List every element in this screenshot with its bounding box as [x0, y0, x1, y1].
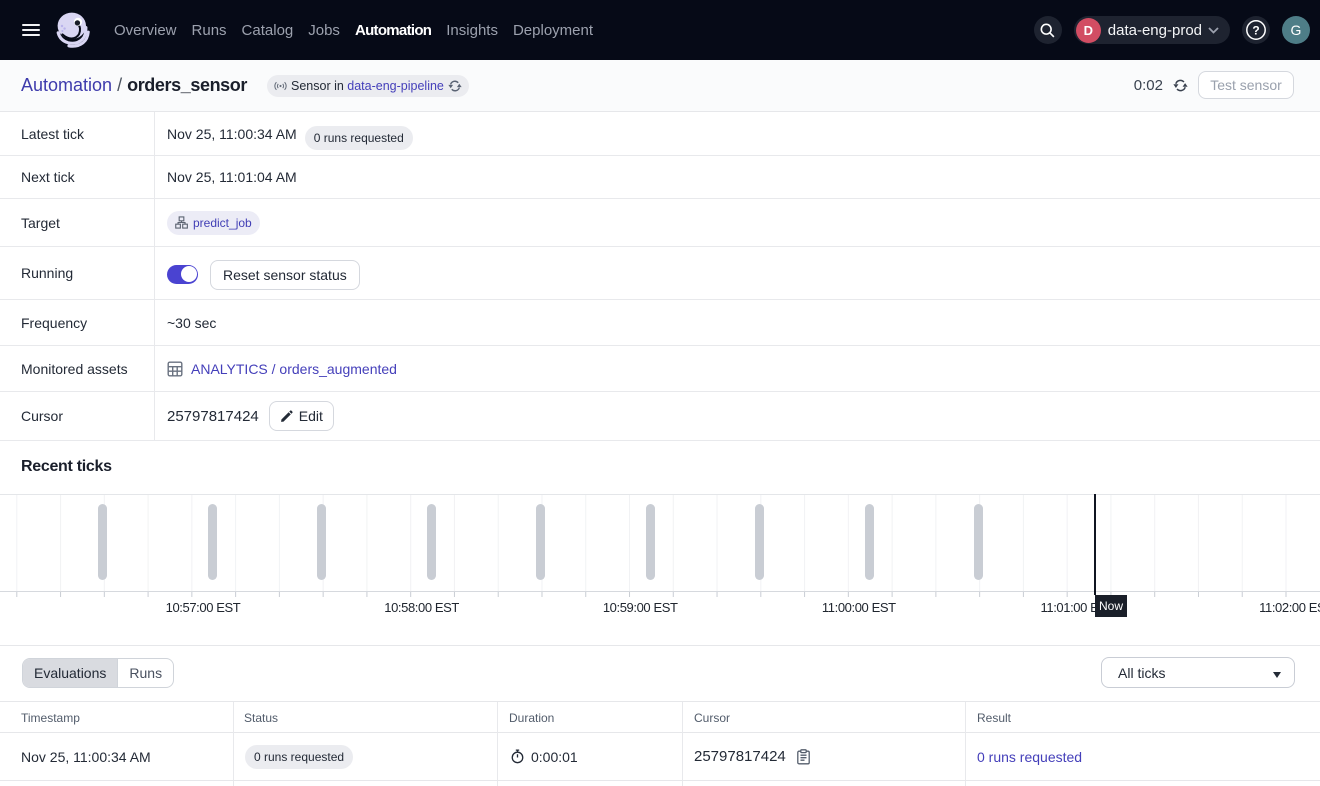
svg-text:?: ? [1252, 23, 1259, 37]
